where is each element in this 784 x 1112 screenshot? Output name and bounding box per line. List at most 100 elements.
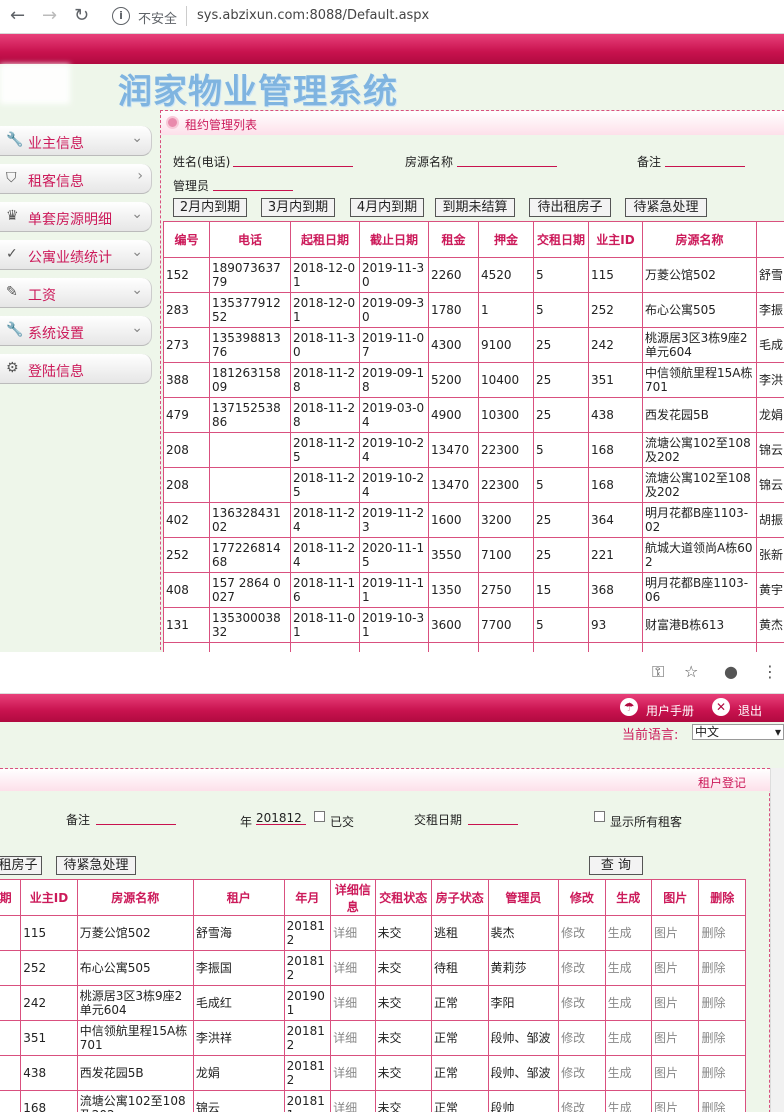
sidebar-item[interactable]: ✓ 公寓业绩统计 ⌄	[0, 240, 152, 270]
sidebar-item[interactable]: ⛉ 租客信息 ›	[0, 164, 152, 194]
action-link[interactable]: 修改	[558, 915, 606, 951]
action-link[interactable]: 修改	[558, 1020, 606, 1056]
back-icon[interactable]: ←	[10, 6, 25, 26]
reload-icon[interactable]: ↻	[74, 6, 89, 26]
action-link[interactable]: 修改	[558, 985, 606, 1021]
column-header[interactable]: 期	[0, 879, 22, 916]
due-4m-button[interactable]: 4月内到期	[350, 198, 424, 217]
action-link[interactable]: 图片	[651, 950, 700, 986]
column-header[interactable]: 管理员	[487, 879, 560, 916]
action-link[interactable]: 详细	[330, 950, 376, 986]
table-cell: 李阳	[487, 985, 560, 1021]
action-link[interactable]: 生成	[604, 915, 653, 951]
column-header[interactable]: 房源名称	[76, 879, 194, 916]
search-button[interactable]: 查 询	[589, 856, 643, 875]
table-cell: 李洪祥	[192, 1020, 285, 1056]
info-icon[interactable]: i	[112, 7, 130, 25]
column-header[interactable]: 生成	[604, 879, 653, 916]
to-rent-button[interactable]: 待出租房子	[529, 198, 611, 217]
column-header[interactable]: 业主ID	[588, 221, 643, 258]
account-icon[interactable]: ●	[724, 662, 738, 681]
action-link[interactable]: 生成	[604, 1090, 653, 1112]
action-link[interactable]: 图片	[651, 1090, 700, 1112]
action-link[interactable]: 图片	[651, 915, 700, 951]
unsettled-button[interactable]: 到期未结算	[435, 198, 515, 217]
due-3m-button[interactable]: 3月内到期	[261, 198, 335, 217]
urgent-button[interactable]: 待紧急处理	[625, 198, 707, 217]
action-link[interactable]: 详细	[330, 1090, 376, 1112]
manual-link[interactable]: 用户手册	[646, 702, 694, 719]
column-header[interactable]: 房源名称	[642, 221, 757, 258]
column-header[interactable]	[756, 221, 784, 258]
action-link[interactable]: 生成	[604, 1020, 653, 1056]
column-header[interactable]: 电话	[209, 221, 291, 258]
sidebar-item[interactable]: ⚙ 登陆信息	[0, 354, 152, 384]
action-link[interactable]: 详细	[330, 985, 376, 1021]
action-link[interactable]: 删除	[698, 915, 746, 951]
action-link[interactable]: 删除	[698, 985, 746, 1021]
key-icon[interactable]: ⚿	[652, 662, 664, 682]
column-header[interactable]: 起租日期	[290, 221, 360, 258]
star-icon[interactable]: ☆	[684, 662, 698, 681]
menu-icon[interactable]: ⋮	[762, 662, 778, 681]
language-select[interactable]: 中文 ▾	[692, 724, 784, 740]
action-link[interactable]: 删除	[698, 1090, 746, 1112]
column-header[interactable]: 押金	[478, 221, 534, 258]
action-link[interactable]: 详细	[330, 1020, 376, 1056]
table-cell: 201901	[283, 985, 332, 1021]
sidebar-item[interactable]: ♛ 单套房源明细 ⌄	[0, 202, 152, 232]
action-link[interactable]: 修改	[558, 950, 606, 986]
action-link[interactable]: 图片	[651, 985, 700, 1021]
table-cell: 流塘公寓102至108及202	[642, 467, 757, 503]
column-header[interactable]: 图片	[651, 879, 700, 916]
action-link[interactable]: 删除	[698, 950, 746, 986]
action-link[interactable]: 删除	[698, 1020, 746, 1056]
action-link[interactable]: 详细	[330, 915, 376, 951]
column-header[interactable]: 年月	[283, 879, 332, 916]
table-cell: 13470	[428, 432, 479, 468]
column-header[interactable]: 交租状态	[374, 879, 433, 916]
action-link[interactable]: 图片	[651, 1020, 700, 1056]
column-header[interactable]: 房子状态	[431, 879, 489, 916]
action-link[interactable]: 修改	[558, 1090, 606, 1112]
vertical-scrollbar[interactable]	[770, 768, 784, 1112]
column-header[interactable]: 编号	[163, 221, 210, 258]
sidebar-item[interactable]: 🔧 系统设置 ⌄	[0, 316, 152, 346]
column-header[interactable]: 详细信息	[330, 879, 376, 916]
house-input[interactable]	[457, 153, 557, 167]
year-input[interactable]: 201812	[256, 811, 306, 825]
manager-input[interactable]	[213, 177, 293, 191]
logout-link[interactable]: 退出	[738, 702, 762, 719]
urgent-button-2[interactable]: 待紧急处理	[56, 856, 136, 875]
show-all-checkbox[interactable]	[594, 811, 605, 822]
house-button[interactable]: 租房子	[0, 856, 42, 875]
table-cell: 正常	[431, 985, 489, 1021]
sidebar-item[interactable]: 🔧 业主信息 ⌄	[0, 126, 152, 156]
action-link[interactable]: 修改	[558, 1055, 606, 1091]
table-cell: 252	[588, 292, 643, 328]
action-link[interactable]: 生成	[604, 985, 653, 1021]
bullet-icon	[166, 116, 179, 129]
column-header[interactable]: 租金	[428, 221, 479, 258]
forward-icon[interactable]: →	[42, 6, 57, 26]
sidebar-item[interactable]: ✎ 工资 ⌄	[0, 278, 152, 308]
action-link[interactable]: 详细	[330, 1055, 376, 1091]
tenant-register-link[interactable]: 租户登记	[698, 774, 746, 791]
column-header[interactable]: 交租日期	[533, 221, 589, 258]
paid-checkbox[interactable]	[314, 811, 325, 822]
action-link[interactable]: 生成	[604, 950, 653, 986]
action-link[interactable]: 删除	[698, 1055, 746, 1091]
action-link[interactable]: 生成	[604, 1055, 653, 1091]
note-input-2[interactable]	[96, 811, 176, 825]
due-2m-button[interactable]: 2月内到期	[173, 198, 247, 217]
action-link[interactable]: 图片	[651, 1055, 700, 1091]
column-header[interactable]: 删除	[698, 879, 746, 916]
column-header[interactable]: 租户	[192, 879, 285, 916]
note-input[interactable]	[665, 153, 745, 167]
pay-date-input[interactable]	[468, 811, 518, 825]
address-bar[interactable]: sys.abzixun.com:8088/Default.aspx	[197, 8, 429, 23]
column-header[interactable]: 业主ID	[20, 879, 78, 916]
name-input[interactable]	[233, 153, 353, 167]
column-header[interactable]: 修改	[558, 879, 606, 916]
column-header[interactable]: 截止日期	[359, 221, 429, 258]
